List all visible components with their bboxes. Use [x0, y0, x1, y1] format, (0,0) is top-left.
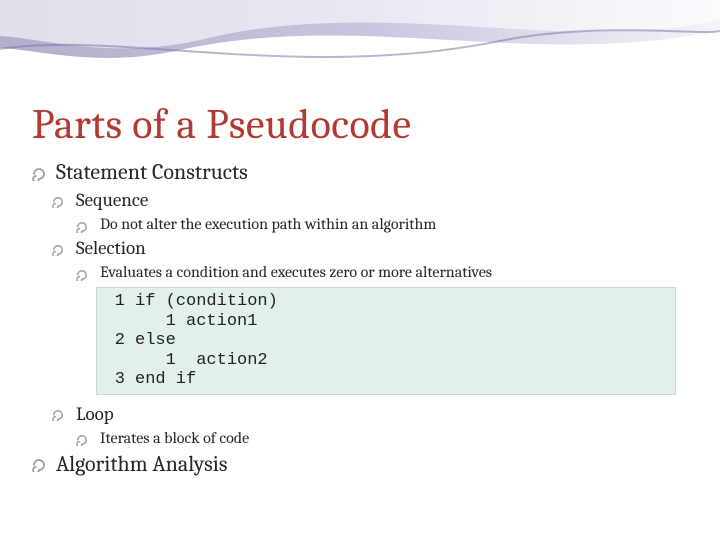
- code-row: . 1 action2: [97, 351, 675, 371]
- swirl-bullet-icon: [32, 167, 46, 181]
- bullet-text: Loop: [76, 403, 114, 425]
- code-row: 2 else: [97, 331, 675, 351]
- swirl-bullet-icon: [52, 196, 66, 210]
- bullet-sequence-detail: Do not alter the execution path within a…: [76, 215, 688, 233]
- bullet-statement-constructs: Statement Constructs: [32, 159, 688, 185]
- bullet-loop: Loop: [52, 403, 688, 425]
- bullet-text: Evaluates a condition and executes zero …: [100, 263, 492, 281]
- bullet-text: Algorithm Analysis: [56, 451, 227, 477]
- swirl-bullet-icon: [76, 221, 90, 235]
- swirl-bullet-icon: [52, 244, 66, 258]
- swirl-bullet-icon: [76, 269, 90, 283]
- decorative-wave: [0, 0, 720, 90]
- code-text: 1 action2: [135, 351, 675, 371]
- content-body: Parts of a Pseudocode Statement Construc…: [32, 100, 688, 481]
- code-row: . 1 action1: [97, 312, 675, 332]
- bullet-selection-detail: Evaluates a condition and executes zero …: [76, 263, 688, 281]
- bullet-algorithm-analysis: Algorithm Analysis: [32, 451, 688, 477]
- code-text: end if: [135, 370, 675, 390]
- code-row: 3 end if: [97, 370, 675, 390]
- slide: Parts of a Pseudocode Statement Construc…: [0, 0, 720, 540]
- bullet-selection: Selection: [52, 237, 688, 259]
- code-line-number: 3: [97, 370, 135, 390]
- swirl-bullet-icon: [76, 434, 90, 448]
- pseudocode-block: 1 if (condition) . 1 action1 2 else . 1 …: [96, 287, 676, 395]
- bullet-text: Selection: [76, 237, 146, 259]
- bullet-text: Do not alter the execution path within a…: [100, 215, 436, 233]
- code-line-number: 2: [97, 331, 135, 351]
- slide-title: Parts of a Pseudocode: [32, 100, 688, 149]
- code-line-number: 1: [97, 292, 135, 312]
- swirl-bullet-icon: [32, 458, 46, 472]
- code-text: else: [135, 331, 675, 351]
- code-text: 1 action1: [135, 312, 675, 332]
- bullet-text: Sequence: [76, 189, 148, 211]
- code-row: 1 if (condition): [97, 292, 675, 312]
- code-text: if (condition): [135, 292, 675, 312]
- bullet-text: Statement Constructs: [56, 159, 248, 185]
- bullet-loop-detail: Iterates a block of code: [76, 429, 688, 447]
- swirl-bullet-icon: [52, 409, 66, 423]
- bullet-text: Iterates a block of code: [100, 429, 249, 447]
- bullet-sequence: Sequence: [52, 189, 688, 211]
